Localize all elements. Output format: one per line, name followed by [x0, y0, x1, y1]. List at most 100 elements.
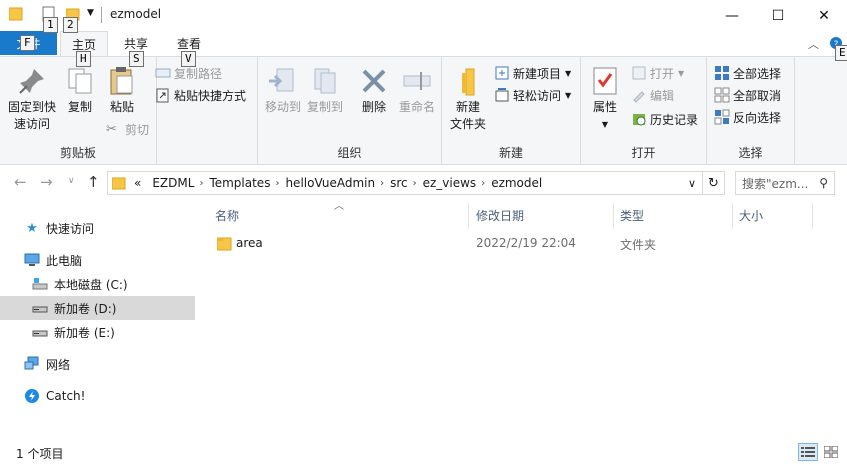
file-name: area [236, 236, 263, 250]
select-group-label: 选择 [738, 146, 763, 160]
copy-to-button[interactable]: 复制到 [304, 65, 346, 116]
easy-access-icon [495, 88, 509, 102]
invert-selection-button[interactable]: 反向选择 [714, 107, 781, 127]
select-group: 全部选择 全部取消 反向选择 选择 [707, 57, 795, 164]
folder-icon[interactable] [9, 6, 23, 22]
breadcrumb-ez-views[interactable]: ez_views [423, 176, 477, 190]
tab-view[interactable]: 查看 [177, 35, 201, 52]
column-divider[interactable] [613, 203, 614, 229]
chevron-right-icon[interactable]: › [275, 178, 279, 189]
new-item-dropdown-icon: ▼ [565, 68, 572, 78]
nav-quick-access[interactable]: ★ 快速访问 [0, 216, 195, 240]
chevron-right-icon[interactable]: › [413, 178, 417, 189]
select-none-label: 全部取消 [733, 88, 782, 103]
folder-icon [112, 177, 126, 190]
chevron-right-icon[interactable]: › [380, 178, 384, 189]
move-to-label: 移动到 [264, 100, 301, 114]
breadcrumb-overflow[interactable]: « [134, 176, 141, 190]
breadcrumb-ezmodel[interactable]: ezmodel [491, 176, 542, 190]
new-folder-button[interactable]: 新建 文件夹 [448, 65, 488, 133]
new-item-label: 新建项目 [513, 66, 562, 81]
cut-button[interactable]: ✂ 剪切 [106, 119, 149, 139]
file-row[interactable]: area 2022/2/19 22:04 文件夹 [211, 233, 831, 255]
recent-locations-icon[interactable]: ∨ [68, 176, 75, 186]
easy-access-button[interactable]: 轻松访问 ▼ [494, 85, 571, 105]
new-item-button[interactable]: 新建项目 ▼ [494, 63, 571, 83]
details-view-glyph [801, 447, 815, 457]
address-bar[interactable]: « EZDML › Templates › helloVueAdmin › src › … [107, 171, 703, 195]
scissors-icon: ✂ [106, 121, 117, 137]
select-all-button[interactable]: 全部选择 [714, 63, 781, 83]
easy-access-label: 轻松访问 [513, 88, 562, 103]
maximize-button[interactable]: ☐ [755, 0, 801, 31]
column-divider[interactable] [812, 203, 813, 229]
up-arrow-icon[interactable]: ↑ [87, 173, 100, 191]
select-none-button[interactable]: 全部取消 [714, 85, 781, 105]
breadcrumb-templates[interactable]: Templates [209, 176, 270, 190]
nav-drive-d[interactable]: 新加卷 (D:) [0, 296, 195, 320]
select-all-icon [715, 66, 729, 80]
column-divider[interactable] [732, 203, 733, 229]
open-label: 打开 [650, 66, 675, 81]
column-header-date[interactable]: 修改日期 [476, 207, 524, 227]
pin-icon [19, 69, 44, 94]
details-view-icon[interactable] [798, 443, 818, 461]
breadcrumb-src[interactable]: src [390, 176, 408, 190]
nav-this-pc[interactable]: 此电脑 [0, 248, 195, 272]
keytip-qa1: 1 [43, 17, 58, 33]
paste-shortcut-icon [156, 88, 169, 103]
copy-path-label: 复制路径 [174, 66, 223, 81]
breadcrumb-ezdml[interactable]: EZDML [152, 176, 194, 190]
folder-icon [217, 237, 232, 251]
nav-drive-c-label: 本地磁盘 (C:) [54, 277, 128, 292]
properties-button[interactable]: 属性 ▼ [587, 65, 623, 133]
network-icon [24, 356, 39, 370]
keytip-file: F [20, 35, 35, 51]
forward-arrow-icon[interactable]: → [40, 173, 53, 191]
nav-drive-e[interactable]: 新加卷 (E:) [0, 320, 195, 344]
search-input[interactable]: 搜索"ezm... ⚲ [735, 171, 835, 195]
file-type: 文件夹 [620, 238, 657, 252]
history-icon [633, 114, 646, 126]
column-header-type[interactable]: 类型 [620, 207, 644, 227]
tab-share[interactable]: 共享 [124, 35, 148, 52]
close-button[interactable]: ✕ [801, 0, 847, 31]
nav-this-pc-label: 此电脑 [46, 253, 83, 268]
open-button[interactable]: 打开 ▼ [631, 63, 684, 83]
address-dropdown-icon[interactable]: ∨ [688, 177, 696, 190]
paste-shortcut-button[interactable]: 粘贴快捷方式 [155, 85, 246, 105]
copy-label: 复制 [67, 100, 92, 114]
status-bar: 1 个项目 [0, 439, 847, 465]
refresh-icon[interactable]: ↻ [703, 171, 725, 195]
keytip-view: V [181, 51, 196, 67]
chevron-right-icon[interactable]: › [481, 178, 485, 189]
chevron-right-icon[interactable]: › [199, 178, 203, 189]
paste-label: 粘贴 [109, 100, 134, 114]
history-button[interactable]: 历史记录 [631, 109, 698, 129]
back-arrow-icon[interactable]: ← [14, 173, 27, 191]
column-header-name[interactable]: 名称 [215, 207, 239, 227]
search-icon[interactable]: ⚲ [819, 176, 828, 190]
pin-quick-access-button[interactable]: 固定到快 速访问 [6, 65, 58, 133]
copy-button[interactable]: 复制 [62, 65, 98, 116]
new-folder-icon [462, 68, 475, 96]
move-to-button[interactable]: 移动到 [262, 65, 304, 116]
open-group: 属性 ▼ 打开 ▼ 编辑 历史记录 打开 [581, 57, 707, 164]
rename-button[interactable]: 重命名 [396, 65, 438, 116]
column-divider[interactable] [468, 203, 469, 229]
nav-network[interactable]: 网络 [0, 352, 195, 376]
collapse-ribbon-icon[interactable]: ︿ [808, 36, 819, 52]
breadcrumb-hellovueadmin[interactable]: helloVueAdmin [285, 176, 375, 190]
navigation-pane: ★ 快速访问 此电脑 本地磁盘 (C:) 新加卷 (D:) 新加卷 (E:) 网… [0, 201, 197, 439]
paste-button[interactable]: 粘贴 [104, 65, 140, 116]
column-header-size[interactable]: 大小 [739, 207, 763, 227]
minimize-button[interactable]: — [709, 0, 755, 31]
nav-drive-c[interactable]: 本地磁盘 (C:) [0, 272, 195, 296]
nav-catch[interactable]: Catch! [0, 384, 195, 408]
edit-icon [633, 91, 645, 103]
clipboard-group: 固定到快 速访问 复制 粘贴 复制路径 粘贴快捷方式 ✂ 剪切 剪贴板 [0, 57, 246, 164]
large-icons-view-icon[interactable] [821, 443, 841, 461]
customize-quick-access-icon[interactable]: ▼ [87, 8, 94, 18]
edit-button[interactable]: 编辑 [631, 85, 674, 105]
delete-button[interactable]: 删除 [356, 65, 392, 116]
